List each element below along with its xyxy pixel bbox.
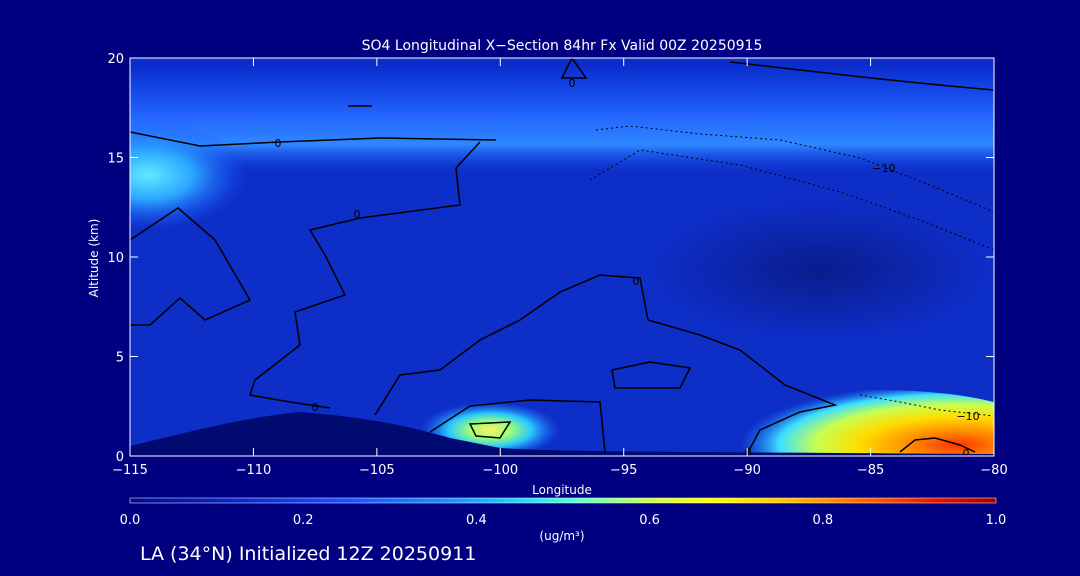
x-tick-label: −100 <box>482 463 518 478</box>
contour-label: 0 <box>569 77 576 90</box>
y-tick-label: 15 <box>107 152 124 167</box>
chart: SO4 Longitudinal X−Section 84hr Fx Valid… <box>87 38 1008 543</box>
y-tick-label: 10 <box>107 251 124 266</box>
contour-label: 0 <box>633 275 640 288</box>
colorbar-tick-label: 1.0 <box>986 513 1007 528</box>
y-axis-label: Altitude (km) <box>87 219 101 298</box>
x-tick-label: −80 <box>980 463 1007 478</box>
colorbar-tick-label: 0.4 <box>466 513 487 528</box>
contour-label: 0 <box>354 208 361 221</box>
contour-label: 0 <box>275 137 282 150</box>
x-tick-label: −95 <box>610 463 637 478</box>
y-tick-label: 5 <box>116 351 124 366</box>
x-tick-label: −110 <box>236 463 272 478</box>
x-tick-label: −85 <box>857 463 884 478</box>
contour-label: 0 <box>312 401 319 414</box>
colorbar-tick-label: 0.6 <box>639 513 660 528</box>
field-west-maximum <box>130 120 248 230</box>
x-axis-label: Longitude <box>532 483 592 497</box>
field-mid-minimum <box>650 200 990 340</box>
y-tick-label: 0 <box>116 450 124 465</box>
contour-label: −10 <box>872 162 895 175</box>
x-tick-label: −105 <box>359 463 395 478</box>
contour-label: 0 <box>745 446 752 459</box>
colorbar-tick-label: 0.8 <box>812 513 833 528</box>
plot-area <box>130 58 994 456</box>
chart-title: SO4 Longitudinal X−Section 84hr Fx Valid… <box>362 38 763 54</box>
colorbar-tick-label: 0.2 <box>293 513 314 528</box>
contour-label: 0 <box>963 447 970 460</box>
x-tick-label: −115 <box>112 463 148 478</box>
contour-label: −10 <box>956 410 979 423</box>
colorbar-ticks: 0.0 0.2 0.4 0.6 0.8 1.0 <box>120 513 1007 528</box>
colorbar-label: (ug/m³) <box>539 529 584 543</box>
footer-init-label: LA (34°N) Initialized 12Z 20250911 <box>140 543 477 565</box>
x-tick-label: −90 <box>733 463 760 478</box>
colorbar-tick-label: 0.0 <box>120 513 141 528</box>
colorbar <box>129 497 997 504</box>
y-tick-label: 20 <box>107 52 124 67</box>
